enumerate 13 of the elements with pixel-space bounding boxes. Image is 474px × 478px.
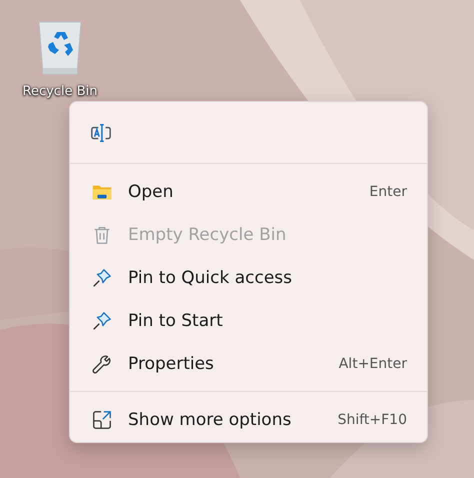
menu-item[interactable]: Pin to Start: [70, 299, 427, 342]
menu-item[interactable]: Show more options Shift+F10: [70, 398, 427, 441]
pin-icon: [91, 310, 113, 332]
shortcut-label: Shift+F10: [338, 412, 407, 428]
expand-icon: [91, 408, 113, 430]
shortcut-label: Alt+Enter: [338, 356, 407, 372]
menu-item[interactable]: Open Enter: [70, 170, 427, 213]
shortcut-label: Enter: [369, 184, 407, 200]
pin-icon: [91, 266, 113, 288]
menu-item[interactable]: Pin to Quick access: [70, 256, 427, 299]
menu-item[interactable]: Properties Alt+Enter: [70, 342, 427, 385]
rename-icon: [90, 122, 112, 144]
wrench-icon: [91, 352, 113, 374]
